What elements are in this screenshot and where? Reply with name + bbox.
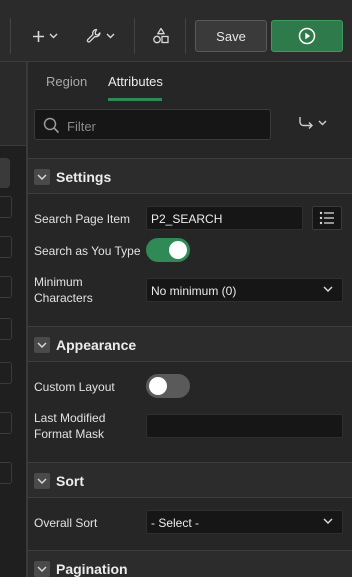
overall-sort-value: - Select - — [151, 516, 200, 530]
chevron-down-icon — [323, 518, 333, 525]
save-button[interactable]: Save — [195, 20, 267, 52]
list-icon — [319, 211, 334, 225]
toolbar-divider — [185, 18, 186, 54]
collapse-chevron-icon[interactable] — [34, 169, 50, 185]
filter-placeholder: Filter — [67, 119, 96, 134]
section-title: Appearance — [56, 337, 137, 353]
tab-region[interactable]: Region — [46, 74, 87, 89]
property-editor: Region Attributes Filter Settings Search… — [28, 62, 352, 577]
last-modified-format-mask-field[interactable] — [146, 414, 343, 438]
custom-layout-toggle[interactable] — [146, 374, 190, 398]
section-appearance[interactable]: Appearance — [28, 326, 352, 362]
active-tab-indicator — [108, 98, 162, 101]
toggle-knob — [149, 377, 167, 395]
chevron-down-icon — [318, 120, 327, 126]
left-pane-node[interactable] — [0, 196, 12, 218]
custom-layout-label: Custom Layout — [34, 380, 115, 394]
filter-input[interactable]: Filter — [34, 109, 271, 140]
shapes-icon — [153, 27, 169, 44]
toolbar: Save — [0, 0, 352, 62]
collapse-chevron-icon[interactable] — [34, 561, 50, 577]
minimum-characters-select[interactable]: No minimum (0) — [146, 278, 343, 302]
left-pane-header — [0, 62, 26, 146]
utilities-menu-button[interactable] — [84, 22, 116, 50]
left-pane-node[interactable] — [0, 462, 12, 484]
collapse-chevron-icon[interactable] — [34, 473, 50, 489]
go-to-group-button[interactable] — [298, 115, 327, 131]
search-icon — [43, 117, 60, 134]
section-pagination[interactable]: Pagination — [28, 550, 352, 577]
add-menu-button[interactable] — [30, 22, 60, 50]
left-pane-node[interactable] — [0, 236, 12, 258]
section-settings[interactable]: Settings — [28, 158, 352, 194]
overall-sort-label: Overall Sort — [34, 516, 98, 530]
left-pane-selected-node[interactable] — [0, 158, 10, 188]
minimum-characters-value: No minimum (0) — [151, 284, 237, 298]
left-pane-node[interactable] — [0, 362, 12, 384]
wrench-icon — [86, 28, 101, 43]
toolbar-divider — [134, 18, 135, 54]
property-tabs: Region Attributes — [28, 62, 352, 102]
toolbar-divider — [10, 18, 11, 54]
play-icon — [298, 27, 316, 45]
arrow-turn-down-icon — [299, 117, 313, 129]
collapse-chevron-icon[interactable] — [34, 337, 50, 353]
last-modified-format-mask-label: Last Modified Format Mask — [34, 411, 106, 441]
left-pane-strip — [0, 62, 26, 577]
search-page-item-value: P2_SEARCH — [151, 212, 223, 226]
search-as-you-type-toggle[interactable] — [146, 238, 190, 262]
chevron-down-icon — [323, 286, 333, 293]
search-as-you-type-label: Search as You Type — [34, 244, 141, 258]
left-pane-node[interactable] — [0, 318, 12, 340]
run-page-button[interactable] — [271, 20, 343, 52]
plus-icon — [33, 30, 44, 42]
page-designer-property-editor: Save Region Attributes Filter Settings S… — [0, 0, 352, 577]
tab-attributes[interactable]: Attributes — [108, 74, 163, 89]
search-page-item-label: Search Page Item — [34, 212, 131, 226]
section-title: Pagination — [56, 561, 128, 577]
section-sort[interactable]: Sort — [28, 462, 352, 498]
section-title: Settings — [56, 169, 112, 185]
toggle-knob — [169, 241, 187, 259]
shared-components-button[interactable] — [150, 22, 172, 50]
chevron-down-icon — [49, 33, 58, 39]
search-page-item-field[interactable]: P2_SEARCH — [146, 206, 303, 230]
minimum-characters-label: Minimum Characters — [34, 275, 93, 305]
left-pane-node[interactable] — [0, 412, 12, 434]
section-title: Sort — [56, 473, 84, 489]
overall-sort-select[interactable]: - Select - — [146, 510, 343, 534]
left-pane-node[interactable] — [0, 276, 12, 298]
chevron-down-icon — [106, 33, 114, 39]
list-picker-button[interactable] — [312, 206, 342, 230]
